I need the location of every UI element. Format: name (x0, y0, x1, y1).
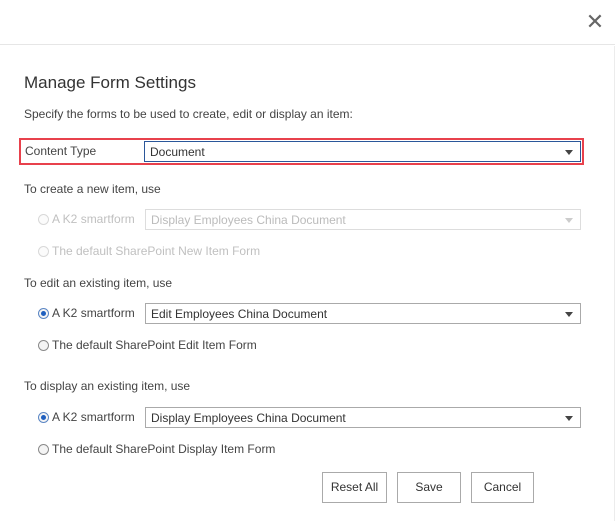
create-smartform-label: A K2 smartform (52, 212, 135, 226)
edit-default-label: The default SharePoint Edit Item Form (52, 338, 257, 352)
display-smartform-label: A K2 smartform (52, 410, 135, 424)
edit-section-heading: To edit an existing item, use (24, 276, 173, 290)
save-button[interactable]: Save (397, 472, 461, 503)
reset-all-button[interactable]: Reset All (322, 472, 387, 503)
chevron-down-icon (565, 150, 573, 155)
create-section-heading: To create a new item, use (24, 182, 161, 196)
radio-icon (38, 443, 49, 455)
content-type-label: Content Type (25, 144, 97, 158)
radio-icon (38, 339, 49, 351)
chevron-down-icon (565, 218, 573, 223)
display-smartform-option[interactable]: A K2 smartform (38, 410, 135, 424)
edit-smartform-option[interactable]: A K2 smartform (38, 306, 135, 320)
chevron-down-icon (565, 416, 573, 421)
manage-form-settings-dialog: Manage Form Settings Specify the forms t… (0, 46, 615, 521)
display-smartform-select[interactable]: Display Employees China Document (145, 407, 581, 428)
close-icon[interactable]: ✕ (583, 10, 607, 34)
radio-icon (38, 245, 49, 257)
edit-default-option[interactable]: The default SharePoint Edit Item Form (38, 338, 257, 352)
content-type-highlight: Content Type Document (19, 138, 584, 165)
content-type-select[interactable]: Document (144, 141, 581, 162)
display-default-label: The default SharePoint Display Item Form (52, 442, 276, 456)
radio-icon (38, 213, 49, 225)
create-smartform-value: Display Employees China Document (151, 213, 346, 227)
display-default-option[interactable]: The default SharePoint Display Item Form (38, 442, 275, 456)
dialog-title-bar: ✕ (0, 0, 615, 45)
edit-smartform-select[interactable]: Edit Employees China Document (145, 303, 581, 324)
cancel-button[interactable]: Cancel (471, 472, 534, 503)
create-default-label: The default SharePoint New Item Form (52, 244, 261, 258)
create-smartform-option[interactable]: A K2 smartform (38, 212, 135, 226)
chevron-down-icon (565, 312, 573, 317)
display-smartform-value: Display Employees China Document (151, 411, 346, 425)
edit-smartform-label: A K2 smartform (52, 306, 135, 320)
dialog-title: Manage Form Settings (24, 73, 196, 92)
content-type-value: Document (150, 145, 205, 159)
create-smartform-select[interactable]: Display Employees China Document (145, 209, 581, 230)
display-section-heading: To display an existing item, use (24, 379, 191, 393)
create-default-option[interactable]: The default SharePoint New Item Form (38, 244, 260, 258)
radio-selected-icon (38, 411, 49, 423)
radio-selected-icon (38, 307, 49, 319)
edit-smartform-value: Edit Employees China Document (151, 307, 328, 321)
dialog-subtitle: Specify the forms to be used to create, … (24, 107, 353, 121)
